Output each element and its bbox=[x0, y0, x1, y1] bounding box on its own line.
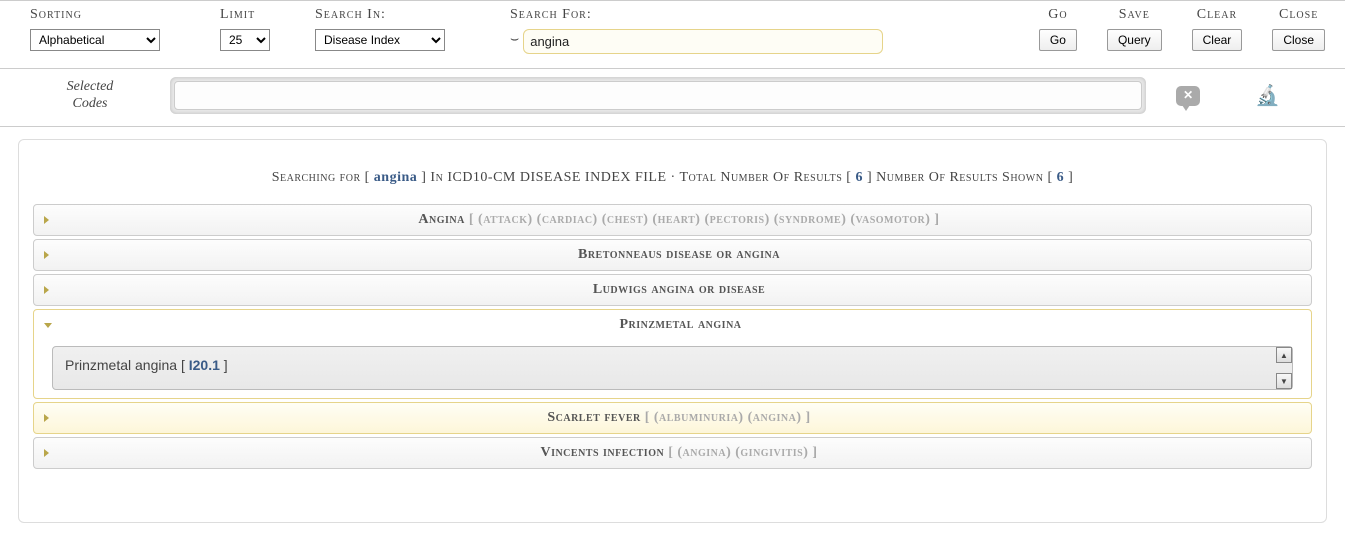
results-header: Searching for [ angina ] In ICD10-CM DIS… bbox=[33, 170, 1312, 186]
limit-label: Limit bbox=[220, 7, 315, 23]
sorting-label: Sorting bbox=[30, 7, 220, 23]
result-header[interactable]: Prinzmetal angina bbox=[34, 310, 1311, 340]
result-code[interactable]: I20.1 bbox=[189, 357, 220, 373]
result-header[interactable]: Bretonneaus disease or angina bbox=[34, 240, 1311, 270]
result-body: Prinzmetal angina [ I20.1 ]▲▼ bbox=[52, 346, 1293, 390]
selected-codes-bar: SelectedCodes ✕ 🔬 bbox=[0, 69, 1345, 127]
result-qualifiers: [ (attack) (cardiac) (chest) (heart) (pe… bbox=[469, 212, 940, 227]
chevron-right-icon bbox=[44, 449, 49, 457]
result-header[interactable]: Vincents infection [ (angina) (gingiviti… bbox=[34, 438, 1311, 468]
search-for-input[interactable] bbox=[523, 29, 883, 54]
scroll-down-icon[interactable]: ▼ bbox=[1276, 373, 1292, 389]
save-label: Save bbox=[1119, 7, 1150, 23]
result-title: Prinzmetal angina bbox=[60, 317, 1301, 333]
search-for-label: Search For: bbox=[510, 7, 1019, 23]
result-title: Scarlet fever [ (albuminuria) (angina) ] bbox=[57, 410, 1301, 426]
scroll-up-icon[interactable]: ▲ bbox=[1276, 347, 1292, 363]
results-accordion: Angina [ (attack) (cardiac) (chest) (hea… bbox=[33, 204, 1312, 469]
clear-label: Clear bbox=[1197, 7, 1237, 23]
microscope-icon[interactable]: 🔬 bbox=[1255, 83, 1280, 108]
result-qualifiers: [ (albuminuria) (angina) ] bbox=[645, 410, 811, 425]
result-body-text: Prinzmetal angina [ I20.1 ] bbox=[65, 357, 228, 373]
sorting-select[interactable]: Alphabetical bbox=[30, 29, 160, 51]
result-item: Angina [ (attack) (cardiac) (chest) (hea… bbox=[33, 204, 1312, 236]
chevron-down-icon bbox=[44, 323, 52, 328]
result-header[interactable]: Angina [ (attack) (cardiac) (chest) (hea… bbox=[34, 205, 1311, 235]
result-title: Bretonneaus disease or angina bbox=[57, 247, 1301, 263]
body-scrollbar[interactable]: ▲▼ bbox=[1276, 347, 1292, 389]
chevron-right-icon bbox=[44, 286, 49, 294]
clear-codes-icon[interactable]: ✕ bbox=[1176, 86, 1200, 106]
clear-button[interactable]: Clear bbox=[1192, 29, 1243, 51]
search-in-select[interactable]: Disease Index bbox=[315, 29, 445, 51]
chevron-right-icon bbox=[44, 216, 49, 224]
results-panel: Searching for [ angina ] In ICD10-CM DIS… bbox=[18, 139, 1327, 523]
result-qualifiers: [ (angina) (gingivitis) ] bbox=[668, 445, 817, 460]
toolbar: Sorting Alphabetical Limit 25 Search In:… bbox=[20, 1, 1325, 68]
close-label: Close bbox=[1279, 7, 1318, 23]
selected-codes-label: SelectedCodes bbox=[20, 79, 160, 113]
chevron-right-icon bbox=[44, 414, 49, 422]
result-item: Bretonneaus disease or angina bbox=[33, 239, 1312, 271]
result-item: Ludwigs angina or disease bbox=[33, 274, 1312, 306]
save-query-button[interactable]: Query bbox=[1107, 29, 1162, 51]
result-title: Vincents infection [ (angina) (gingiviti… bbox=[57, 445, 1301, 461]
smile-icon: ⌣ bbox=[510, 32, 519, 48]
result-header[interactable]: Scarlet fever [ (albuminuria) (angina) ] bbox=[34, 403, 1311, 433]
go-label: Go bbox=[1048, 7, 1067, 23]
result-title: Ludwigs angina or disease bbox=[57, 282, 1301, 298]
result-title: Angina [ (attack) (cardiac) (chest) (hea… bbox=[57, 212, 1301, 228]
search-in-label: Search In: bbox=[315, 7, 510, 23]
result-header[interactable]: Ludwigs angina or disease bbox=[34, 275, 1311, 305]
limit-select[interactable]: 25 bbox=[220, 29, 270, 51]
result-item: Prinzmetal angina Prinzmetal angina [ I2… bbox=[33, 309, 1312, 399]
selected-codes-input[interactable] bbox=[174, 81, 1142, 110]
result-item: Scarlet fever [ (albuminuria) (angina) ] bbox=[33, 402, 1312, 434]
result-item: Vincents infection [ (angina) (gingiviti… bbox=[33, 437, 1312, 469]
go-button[interactable]: Go bbox=[1039, 29, 1077, 51]
chevron-right-icon bbox=[44, 251, 49, 259]
close-button[interactable]: Close bbox=[1272, 29, 1325, 51]
